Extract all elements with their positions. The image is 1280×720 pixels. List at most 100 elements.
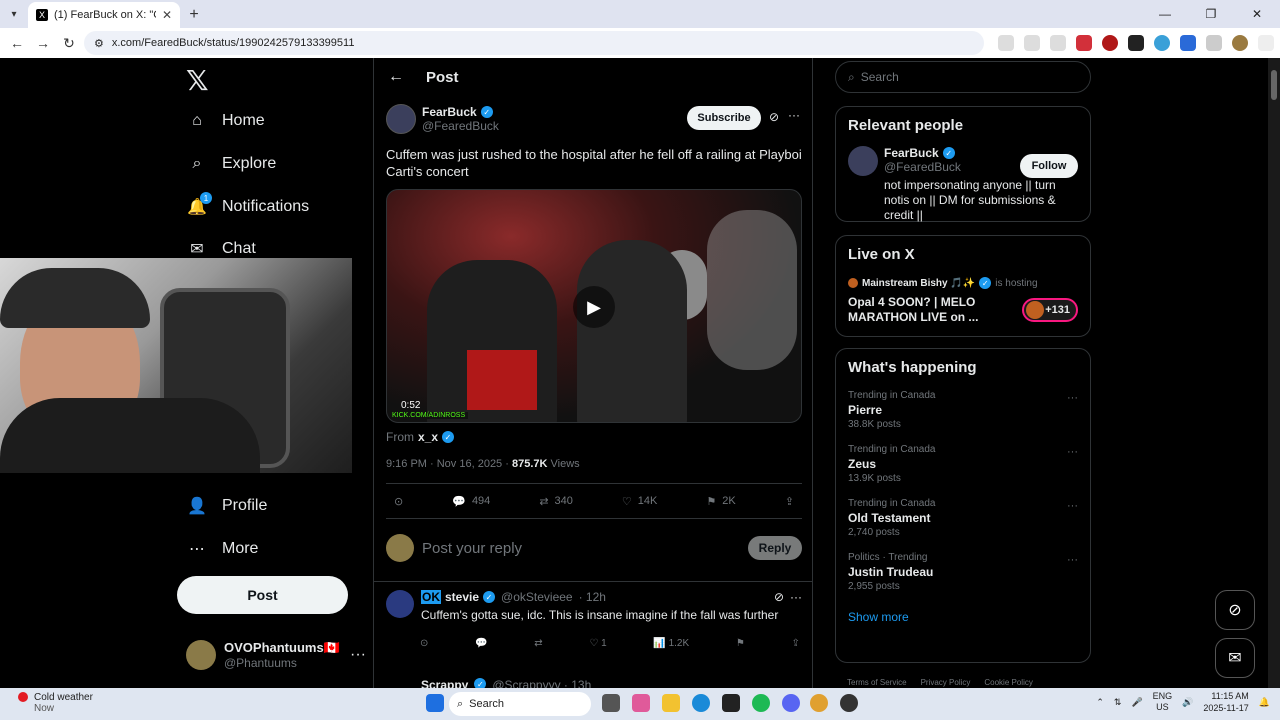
more-dots-icon[interactable]: ··· (790, 590, 802, 604)
trend-item[interactable]: Politics · Trending Justin Trudeau 2,955… (848, 552, 1078, 592)
restore-icon[interactable]: ❐ (1188, 0, 1234, 28)
bookmark-icon[interactable]: ⚑ (736, 638, 745, 649)
app-icon[interactable] (840, 694, 858, 712)
more-dots-icon[interactable]: ··· (1067, 392, 1078, 404)
grok-icon[interactable]: ⊘ (769, 110, 779, 124)
extension-icon[interactable] (1180, 35, 1196, 51)
task-view-icon[interactable] (602, 694, 620, 712)
mic-icon[interactable]: 🎤 (1131, 697, 1142, 708)
extension-icon[interactable] (1076, 35, 1092, 51)
windows-start-icon[interactable] (426, 694, 444, 712)
edge-icon[interactable] (692, 694, 710, 712)
messages-float-icon[interactable]: ✉ (1215, 638, 1255, 678)
comment-icon[interactable]: 💬 (475, 638, 487, 649)
nav-notifications[interactable]: 🔔 1 Notifications (186, 192, 309, 218)
url-field[interactable]: ⚙ x.com/FearedBuck/status/19902425791333… (84, 31, 984, 55)
page-scrollbar[interactable] (1268, 58, 1280, 688)
subscribe-button[interactable]: Subscribe (687, 106, 761, 130)
like-button[interactable]: ♡ 14K (622, 495, 657, 508)
profile-avatar-icon[interactable] (1232, 35, 1248, 51)
more-dots-icon[interactable]: ··· (1067, 554, 1078, 566)
language-indicator[interactable]: ENG US (1153, 691, 1173, 713)
grok-play-button[interactable]: ⊙ (394, 495, 403, 508)
bookmark-button[interactable]: ⚑ 2K (706, 495, 735, 508)
views-button[interactable]: 📊 1.2K (653, 638, 689, 649)
live-listeners[interactable]: +131 (1022, 298, 1078, 322)
kebab-menu-icon[interactable] (1258, 35, 1274, 51)
more-dots-icon[interactable]: ··· (788, 108, 800, 122)
grok-icon[interactable]: ⊘ (774, 590, 784, 604)
puzzle-icon[interactable] (1206, 35, 1222, 51)
tab-search-icon[interactable]: ▾ (0, 0, 28, 28)
chevron-up-icon[interactable]: ⌃ (1096, 697, 1104, 708)
discord-icon[interactable] (782, 694, 800, 712)
stream-title[interactable]: Opal 4 SOON? | MELO MARATHON LIVE on ... (848, 295, 1008, 325)
minimize-icon[interactable]: — (1142, 0, 1188, 28)
close-window-icon[interactable]: ✕ (1234, 0, 1280, 28)
share-button[interactable]: ⇪ (785, 495, 794, 508)
nav-chat[interactable]: ✉ Chat (186, 238, 256, 260)
site-info-icon[interactable]: ⚙ (94, 37, 104, 50)
play-circle-icon[interactable]: ⊙ (420, 638, 428, 649)
repost-icon[interactable]: ⇄ (534, 638, 542, 649)
close-tab-icon[interactable]: ✕ (162, 8, 172, 22)
reply-avatar[interactable] (386, 590, 414, 618)
footer-link[interactable]: Terms of Service (847, 678, 907, 687)
show-more-link[interactable]: Show more (848, 610, 1078, 624)
follow-button[interactable]: Follow (1020, 154, 1078, 178)
like-button[interactable]: ♡ 1 (589, 638, 606, 649)
trend-item[interactable]: Trending in Canada Old Testament 2,740 p… (848, 498, 1078, 538)
post-author[interactable]: FearBuck ✓ @FearedBuck (386, 104, 499, 134)
forward-icon[interactable]: → (32, 31, 54, 55)
nav-home[interactable]: ⌂ Home (186, 110, 265, 132)
zoom-icon[interactable] (1024, 35, 1040, 51)
reply-submit-button[interactable]: Reply (748, 536, 802, 560)
trend-item[interactable]: Trending in Canada Zeus 13.9K posts ··· (848, 444, 1078, 484)
weather-widget[interactable]: Cold weather Now (18, 692, 93, 714)
nav-profile[interactable]: 👤 Profile (186, 495, 267, 517)
browser-tab[interactable]: X (1) FearBuck on X: "Cuffem wa ✕ (28, 2, 180, 28)
extension-icon[interactable] (1128, 35, 1144, 51)
back-icon[interactable]: ← (6, 31, 28, 55)
avatar[interactable] (848, 146, 878, 176)
video-player[interactable]: ▶ 0:52 KICK.COM/ADINROSS (386, 189, 802, 423)
app-icon[interactable] (722, 694, 740, 712)
volume-icon[interactable]: 🔊 (1182, 697, 1193, 708)
extension-icon[interactable] (1102, 35, 1118, 51)
taskbar-search[interactable]: ⌕ Search (449, 692, 591, 716)
extension-icon[interactable] (1154, 35, 1170, 51)
from-name[interactable]: x_x (418, 430, 438, 444)
account-switcher[interactable]: OVOPhantuums🇨🇦 @Phantuums ··· (186, 640, 366, 670)
more-dots-icon[interactable]: ··· (1067, 446, 1078, 458)
install-app-icon[interactable] (998, 35, 1014, 51)
clock[interactable]: 11:15 AM 2025-11-17 (1203, 690, 1248, 714)
more-dots-icon[interactable]: ··· (350, 646, 366, 664)
grok-float-icon[interactable]: ⊘ (1215, 590, 1255, 630)
notifications-tray-icon[interactable]: 🔔 (1259, 697, 1270, 708)
search-input[interactable]: ⌕ Search (835, 61, 1091, 93)
footer-link[interactable]: Cookie Policy (984, 678, 1032, 687)
author-avatar[interactable] (386, 104, 416, 134)
file-explorer-icon[interactable] (662, 694, 680, 712)
scroll-thumb[interactable] (1271, 70, 1277, 100)
reply-item[interactable]: Scrappy ✓ @Scrappyyy · 13h (421, 678, 591, 688)
bookmark-star-icon[interactable] (1050, 35, 1066, 51)
repost-button[interactable]: ⇄ 340 (539, 495, 573, 508)
more-dots-icon[interactable]: ··· (1067, 500, 1078, 512)
x-logo-icon[interactable]: 𝕏 (186, 64, 209, 97)
footer-link[interactable]: Privacy Policy (921, 678, 971, 687)
new-tab-icon[interactable]: + (180, 2, 208, 28)
share-icon[interactable]: ⇪ (792, 638, 800, 649)
post-button[interactable]: Post (177, 576, 348, 614)
network-icon[interactable]: ⇅ (1114, 697, 1122, 708)
reply-input[interactable]: Post your reply (422, 540, 740, 557)
post-time[interactable]: 9:16 PM · Nov 16, 2025 · (386, 458, 509, 470)
nav-more[interactable]: ⋯ More (186, 538, 258, 560)
chrome-icon[interactable] (810, 694, 828, 712)
play-icon[interactable]: ▶ (573, 286, 615, 328)
reply-item[interactable]: OK stevie ✓ @okStevieee · 12h ⊘ ··· Cuffem… (386, 590, 802, 622)
nav-explore[interactable]: ⌕ Explore (186, 153, 277, 175)
reload-icon[interactable]: ↻ (58, 31, 80, 55)
live-host[interactable]: Mainstream Bishy 🎵✨ ✓ is hosting (848, 277, 1078, 289)
reply-button[interactable]: 💬 494 (452, 495, 490, 508)
